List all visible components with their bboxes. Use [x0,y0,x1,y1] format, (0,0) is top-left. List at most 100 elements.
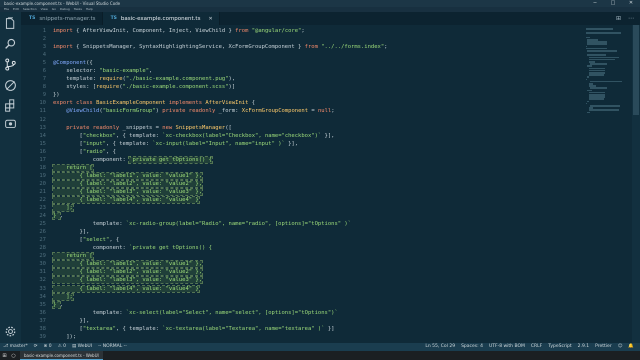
minimap-line [587,50,618,52]
minimap-line [587,76,590,78]
editor-tabs: TS snippets-manager.ts TS basic-example.… [21,12,640,25]
line-number: 14 [39,132,46,139]
code-line: export class BasicExampleComponent imple… [53,100,256,107]
line-number: 28 [39,245,46,252]
minimap-line [586,32,622,34]
line-number: 35 [39,301,46,308]
search-icon[interactable] [3,36,18,51]
vim-mode: -- NORMAL -- [98,344,127,349]
error-count[interactable]: ⊗ 0 [44,343,52,351]
line-number: 7 [42,76,46,83]
minimap[interactable] [586,25,630,343]
code-content[interactable]: import { AfterViewInit, Component, Injec… [51,27,580,341]
code-line: { label: "label2", value: "value2" }, [51,268,204,277]
indentation[interactable]: Spaces: 4 [461,343,483,351]
cursor-position[interactable]: Ln 55, Col 29 [425,343,455,351]
code-line: component: `private get tOptions() { [53,245,212,252]
line-ending[interactable]: CRLF [531,343,542,351]
minimize-button[interactable]: ─ [586,0,604,7]
line-number: 23 [39,205,46,212]
code-line: { label: "label2", value: "value2" }, [51,179,204,188]
code-line: component: `private get tOptions() { [53,155,213,164]
line-number: 24 [39,213,46,220]
line-number: 4 [42,52,46,59]
project-name[interactable]: ▤ WebUI [72,343,92,351]
line-number: 26 [39,229,46,236]
typescript-version[interactable]: 2.9.1 [578,343,589,351]
line-number: 36 [39,309,46,316]
tab-label: snippets-manager.ts [39,15,96,22]
more-actions-icon[interactable]: ⋯ [628,15,634,22]
minimap-line [588,98,605,100]
code-line: ["select", { [53,237,120,244]
close-window-button[interactable]: ✕ [622,0,640,7]
code-line: ["radio", { [53,148,116,155]
feedback-smiley-icon[interactable]: ☺ [618,343,623,351]
code-line: { label: "label1", value: "value1" }, [51,171,204,180]
line-number: 8 [42,84,46,91]
code-line: { label: "label3", value: "value3" }, [51,276,204,285]
scrollbar-thumb[interactable] [633,25,639,115]
line-number: 38 [39,325,46,332]
minimap-line [587,111,590,114]
minimap-line [586,78,588,81]
file-encoding[interactable]: UTF-8 with BOM [489,343,525,351]
code-line: ]; [52,204,74,213]
maximize-button[interactable]: □ [604,0,622,7]
debug-icon[interactable] [3,78,18,93]
line-number: 11 [39,108,46,115]
status-bar: ⎇ master* ⟳ ⊗ 0 ⚠ 0 ▤ WebUI -- NORMAL --… [0,343,640,351]
warning-count[interactable]: ⚠ 0 [58,343,66,351]
code-line: @ViewChild("basicFormGroup") private rea… [66,108,335,115]
activity-bar [0,12,21,343]
taskbar-search-icon[interactable]: ○ [9,351,18,360]
minimap-line [588,74,605,76]
code-editor[interactable]: 1 2 3 4 5 6 7 8 9 10 11 12 13 14 15 16 17 18 19 20 21 22 23 24 2… [21,25,640,343]
settings-gear-icon[interactable] [3,324,18,339]
line-number: 10 [39,100,46,107]
typescript-icon: TS [110,16,117,21]
line-number-gutter: 1 2 3 4 5 6 7 8 9 10 11 12 13 14 15 16 17 18 19 20 21 22 23 24 2… [21,27,47,341]
line-number: 18 [39,164,46,171]
explorer-icon[interactable] [3,16,18,31]
code-line: return [ [52,163,94,172]
line-number: 39 [39,333,46,340]
line-number: 9 [42,92,46,99]
language-mode[interactable]: TypeScript [548,343,571,351]
split-editor-icon[interactable]: ⊞ [616,15,621,22]
line-number: 32 [39,277,46,284]
minimap-line [590,105,621,107]
line-number: 16 [39,148,46,155]
code-line: styles: [require("./basic-example.compon… [53,84,236,91]
code-line: }], [53,229,90,236]
git-branch[interactable]: ⎇ master* [3,343,28,351]
line-number: 1 [42,28,46,34]
title-bar: basic-example.component.ts - WebUI - Vis… [0,0,640,7]
code-line: template: require("./basic-example.compo… [53,76,236,83]
close-tab-icon[interactable]: ✕ [208,16,212,22]
line-number: 25 [39,221,46,228]
line-number: 15 [39,140,46,147]
sync-icon[interactable]: ⟳ [34,343,38,351]
source-control-icon[interactable] [3,57,18,72]
line-number: 37 [39,317,46,324]
docker-icon[interactable] [3,116,18,131]
windows-start-icon[interactable]: ⊞ [0,351,9,360]
code-line: ["input", { template: `xc-input(label="I… [53,140,299,147]
line-number: 13 [39,124,46,131]
vertical-scrollbar[interactable] [632,25,640,343]
minimap-line [586,102,588,105]
line-number: 17 [39,156,46,163]
code-line: return [ [52,252,94,261]
code-line: ]; [52,292,74,301]
taskbar-app-vscode[interactable]: basic-example.component.ts - WebUI [20,351,103,360]
line-number: 30 [39,261,46,268]
code-line: }], [53,317,90,324]
formatter[interactable]: Prettier [595,343,612,351]
tab-basic-example-component[interactable]: TS basic-example.component.ts ✕ [102,12,220,25]
tab-snippets-manager[interactable]: TS snippets-manager.ts [21,12,103,25]
code-line: }) [53,92,60,99]
extensions-icon[interactable] [3,98,18,113]
notifications-bell-icon[interactable]: 🔔 [628,343,634,351]
